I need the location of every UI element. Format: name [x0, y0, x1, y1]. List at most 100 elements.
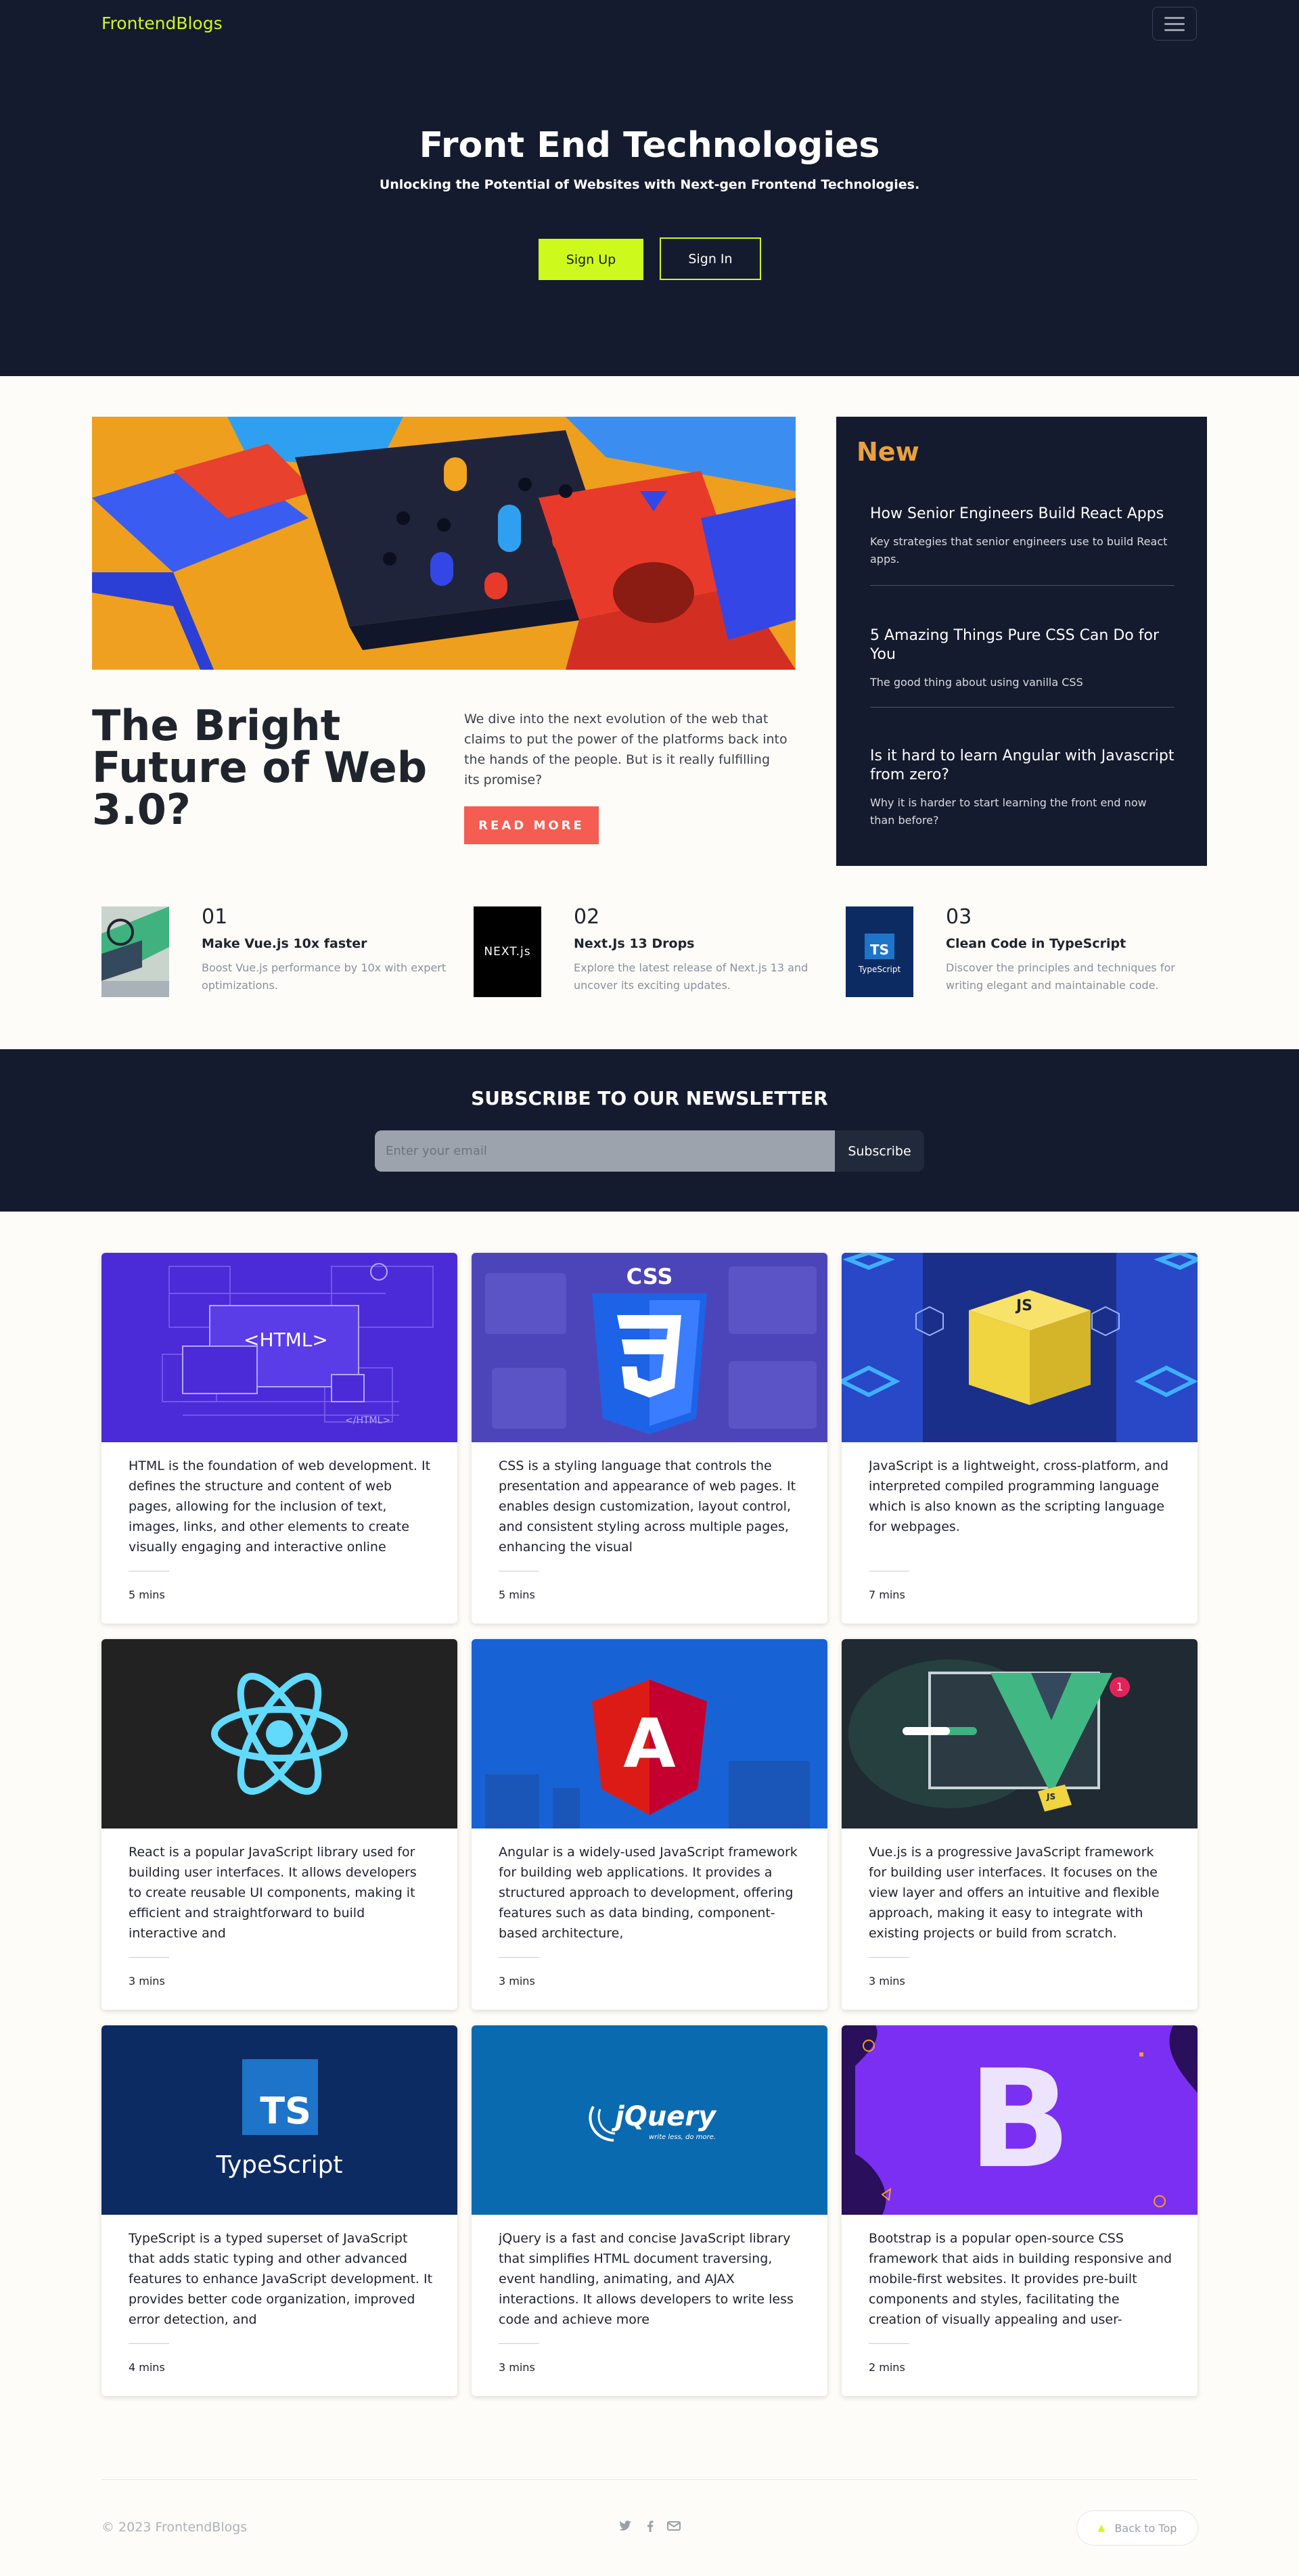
- read-time: 4 mins: [129, 2361, 165, 2374]
- css-card-image: CSS 3: [472, 1253, 827, 1442]
- item-title[interactable]: Next.Js 13 Drops: [574, 936, 695, 951]
- react-card[interactable]: React is a popular JavaScript library us…: [101, 1639, 457, 2010]
- html-close-tag-label: </HTML>: [345, 1415, 391, 1426]
- facebook-icon[interactable]: [642, 2518, 658, 2534]
- typescript-card-image: TS TypeScript: [101, 2025, 457, 2215]
- divider: [870, 707, 1175, 708]
- card-description: Bootstrap is a popular open-source CSS f…: [869, 2231, 1172, 2327]
- jquery-logo-word: jQuery: [615, 2101, 716, 2132]
- vue-card-image: 1 JS: [842, 1639, 1198, 1828]
- js-cube-label: JS: [1016, 1297, 1033, 1314]
- new-post-item[interactable]: Is it hard to learn Angular with Javascr…: [870, 747, 1175, 829]
- divider: [129, 2343, 169, 2344]
- card-description: JavaScript is a lightweight, cross-platf…: [869, 1458, 1169, 1534]
- angular-card-image: A: [472, 1639, 827, 1828]
- css-logo-label: CSS: [626, 1264, 673, 1289]
- vue-card[interactable]: 1 JS Vue.js is a progressive JavaScript …: [842, 1639, 1198, 2010]
- numbered-post-item[interactable]: TS TypeScript 03 Clean Code in TypeScrip…: [846, 905, 1198, 1000]
- angular-card[interactable]: A Angular is a widely-used JavaScript fr…: [472, 1639, 827, 2010]
- item-title[interactable]: Make Vue.js 10x faster: [202, 936, 367, 951]
- read-time: 2 mins: [869, 2361, 905, 2374]
- back-to-top-button[interactable]: ▲ Back to Top: [1076, 2510, 1198, 2546]
- newsletter-title: SUBSCRIBE TO OUR NEWSLETTER: [471, 1087, 828, 1109]
- new-posts-panel: New How Senior Engineers Build React App…: [836, 417, 1207, 866]
- divider: [870, 585, 1175, 586]
- bootstrap-logo-letter: B: [967, 2041, 1072, 2199]
- bootstrap-card-image: B: [842, 2025, 1198, 2215]
- react-atom-icon: [211, 1672, 348, 1795]
- read-time: 5 mins: [129, 1588, 165, 1601]
- new-post-item[interactable]: 5 Amazing Things Pure CSS Can Do for You…: [870, 626, 1175, 691]
- react-card-image: [101, 1639, 457, 1828]
- hero-section: FrontendBlogs Front End Technologies Unl…: [0, 0, 1299, 376]
- nextjs-logo: NEXT.js: [484, 945, 531, 959]
- typescript-thumbnail: TS TypeScript: [846, 906, 913, 997]
- item-description: Discover the principles and techniques f…: [946, 961, 1175, 992]
- email-field[interactable]: [375, 1130, 835, 1172]
- card-description: CSS is a styling language that controls …: [499, 1458, 796, 1555]
- typescript-card[interactable]: TS TypeScript TypeScript is a typed supe…: [101, 2025, 457, 2396]
- feature-image[interactable]: [92, 417, 796, 670]
- hero-title: Front End Technologies: [419, 125, 880, 166]
- card-description: Angular is a widely-used JavaScript fram…: [499, 1845, 798, 1941]
- css-card[interactable]: CSS 3 CSS is a styling language that con…: [472, 1253, 827, 1624]
- back-to-top-label: Back to Top: [1114, 2521, 1177, 2535]
- read-more-button[interactable]: READ MORE: [464, 806, 599, 844]
- javascript-card-image: JS: [842, 1253, 1198, 1442]
- twitter-icon[interactable]: [617, 2518, 633, 2534]
- read-time: 3 mins: [499, 1975, 535, 1987]
- read-time: 3 mins: [869, 1975, 905, 1987]
- item-number: 01: [202, 905, 228, 929]
- menu-line-icon: [1164, 28, 1185, 31]
- numbered-post-item[interactable]: 01 Make Vue.js 10x faster Boost Vue.js p…: [101, 905, 453, 1000]
- new-post-item[interactable]: How Senior Engineers Build React Apps Ke…: [870, 505, 1175, 568]
- menu-line-icon: [1164, 16, 1185, 19]
- feature-description: We dive into the next evolution of the w…: [464, 712, 788, 787]
- new-post-title[interactable]: Is it hard to learn Angular with Javascr…: [870, 747, 1175, 785]
- item-number: 03: [946, 905, 972, 929]
- item-description: Explore the latest release of Next.js 13…: [574, 961, 808, 992]
- card-description: React is a popular JavaScript library us…: [129, 1845, 417, 1941]
- arrow-up-icon: ▲: [1097, 2523, 1106, 2533]
- hero-subtitle: Unlocking the Potential of Websites with…: [379, 177, 920, 192]
- new-label: New: [857, 437, 919, 467]
- new-post-title[interactable]: How Senior Engineers Build React Apps: [870, 505, 1175, 524]
- new-post-summary: The good thing about using vanilla CSS: [870, 676, 1083, 689]
- jquery-card[interactable]: jQuery write less, do more. jQuery is a …: [472, 2025, 827, 2396]
- typescript-logo-word: TypeScript: [858, 965, 901, 974]
- brand-logo[interactable]: FrontendBlogs: [101, 14, 223, 33]
- typescript-logo-badge: TS: [242, 2059, 318, 2135]
- card-description: jQuery is a fast and concise JavaScript …: [499, 2231, 794, 2327]
- card-description: Vue.js is a progressive JavaScript frame…: [869, 1845, 1160, 1941]
- menu-line-icon: [1164, 22, 1185, 25]
- item-description: Boost Vue.js performance by 10x with exp…: [202, 961, 447, 992]
- sign-up-button[interactable]: Sign Up: [539, 239, 643, 280]
- hamburger-menu-button[interactable]: [1152, 7, 1197, 41]
- html-card[interactable]: <HTML> </HTML> HTML is the foundation of…: [101, 1253, 457, 1624]
- angular-logo-letter: A: [623, 1704, 676, 1783]
- email-icon[interactable]: [666, 2518, 682, 2534]
- new-post-summary: Key strategies that senior engineers use…: [870, 535, 1168, 566]
- item-title[interactable]: Clean Code in TypeScript: [946, 936, 1126, 951]
- divider: [499, 1957, 539, 1958]
- jquery-tagline: write less, do more.: [649, 2134, 716, 2141]
- notification-badge: 1: [1110, 1677, 1130, 1697]
- new-post-title[interactable]: 5 Amazing Things Pure CSS Can Do for You: [870, 626, 1175, 664]
- typescript-logo-word: TypeScript: [216, 2151, 343, 2179]
- html-card-image: <HTML> </HTML>: [101, 1253, 457, 1442]
- jquery-card-image: jQuery write less, do more.: [472, 2025, 827, 2215]
- footer-divider: [101, 2479, 1198, 2480]
- new-post-summary: Why it is harder to start learning the f…: [870, 796, 1147, 827]
- feature-title[interactable]: The Bright Future of Web 3.0?: [92, 705, 430, 831]
- js-sticker-label: JS: [1047, 1792, 1056, 1801]
- read-time: 5 mins: [499, 1588, 535, 1601]
- javascript-card[interactable]: JS JavaScript is a lightweight, cross-pl…: [842, 1253, 1198, 1624]
- typescript-logo-badge: TS: [865, 934, 894, 959]
- subscribe-button[interactable]: Subscribe: [835, 1130, 924, 1172]
- sign-in-button[interactable]: Sign In: [660, 237, 761, 280]
- bootstrap-card[interactable]: B Bootstrap is a popular open-source CSS…: [842, 2025, 1198, 2396]
- card-description: TypeScript is a typed superset of JavaSc…: [129, 2231, 433, 2327]
- numbered-post-item[interactable]: NEXT.js 02 Next.Js 13 Drops Explore the …: [474, 905, 825, 1000]
- read-time: 7 mins: [869, 1588, 905, 1601]
- divider: [129, 1957, 169, 1958]
